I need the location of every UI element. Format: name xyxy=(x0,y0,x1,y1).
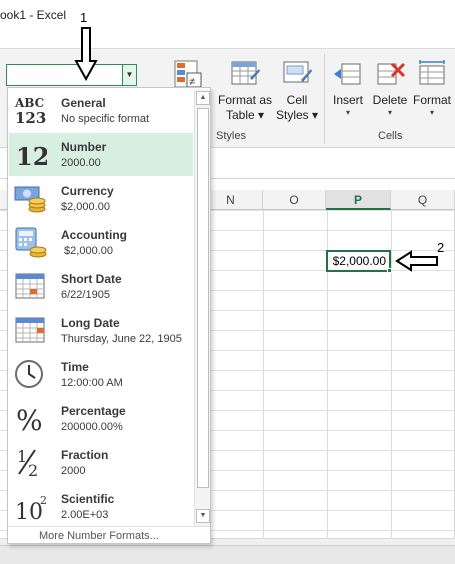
format-as-table-label-2: Table xyxy=(225,108,255,122)
option-name: Long Date xyxy=(61,316,120,330)
column-header-q[interactable]: Q xyxy=(391,190,455,210)
format-as-table-label-1: Format as xyxy=(217,93,272,107)
long-date-calendar-icon xyxy=(15,317,45,343)
short-date-calendar-icon xyxy=(15,273,45,299)
number-format-option-general[interactable]: ABC 123 General No specific format xyxy=(9,89,193,132)
currency-coins-icon xyxy=(14,186,46,213)
scientific-10-squared-icon: 10 2 xyxy=(15,494,47,522)
number-format-option-scientific[interactable]: 10 2 Scientific 2.00E+03 xyxy=(9,485,193,528)
insert-button[interactable]: Insert ▾ xyxy=(328,58,368,118)
cells-group-label: Cells xyxy=(378,130,403,142)
svg-text:ABC: ABC xyxy=(14,96,44,110)
insert-label: Insert xyxy=(332,93,363,107)
scroll-down-arrow-icon[interactable]: ▼ xyxy=(196,509,210,523)
number-format-option-fraction[interactable]: 1 2 Fraction 2000 xyxy=(9,441,193,484)
annotation-number-1: 1 xyxy=(80,10,88,25)
ribbon-separator xyxy=(324,54,325,144)
title-bar: ook1 - Excel xyxy=(0,0,455,30)
svg-text:12: 12 xyxy=(16,142,47,170)
option-name: Time xyxy=(61,360,89,374)
svg-text:123: 123 xyxy=(15,109,46,126)
svg-text:2: 2 xyxy=(40,494,47,507)
number-format-dropdown: ABC 123 General No specific format 12 Nu… xyxy=(7,87,211,544)
svg-text:10: 10 xyxy=(15,500,43,522)
option-name: Scientific xyxy=(61,492,115,506)
dropdown-scrollbar[interactable]: ▲ ▼ xyxy=(194,89,210,526)
number-format-option-number[interactable]: 12 Number 2000.00 xyxy=(9,133,193,176)
number-format-option-currency[interactable]: Currency $2,000.00 xyxy=(9,177,193,220)
format-label: Format xyxy=(412,93,451,107)
format-button[interactable]: Format ▾ xyxy=(412,58,452,118)
window-title: ook1 - Excel xyxy=(0,8,67,22)
svg-text:%: % xyxy=(16,404,43,434)
number-format-option-percentage[interactable]: % Percentage 200000.00% xyxy=(9,397,193,440)
number-format-option-long-date[interactable]: Long Date Thursday, June 22, 1905 xyxy=(9,309,193,352)
option-name: Number xyxy=(61,140,107,154)
format-as-table-button[interactable]: Format as Table ▾ xyxy=(214,58,276,123)
annotation-number-2: 2 xyxy=(437,240,445,255)
fraction-half-icon: 1 2 xyxy=(17,447,38,478)
cell-styles-label-1: Cell xyxy=(286,93,308,107)
number-format-option-accounting[interactable]: Accounting $2,000.00 xyxy=(9,221,193,264)
option-sample: 2000 xyxy=(61,465,86,477)
option-sample: No specific format xyxy=(61,113,150,125)
styles-group-label: Styles xyxy=(216,130,246,142)
option-sample: 2000.00 xyxy=(61,157,101,169)
format-cells-icon xyxy=(419,60,445,85)
scroll-up-arrow-icon[interactable]: ▲ xyxy=(196,91,210,105)
number-format-box[interactable] xyxy=(6,64,136,86)
annotation-arrow-left-icon xyxy=(395,250,438,272)
number-12-icon: 12 xyxy=(16,142,47,170)
delete-button[interactable]: Delete ▾ xyxy=(370,58,410,118)
clock-icon xyxy=(15,360,43,388)
option-sample: 200000.00% xyxy=(61,421,123,433)
annotation-arrow-down-icon xyxy=(74,27,98,81)
active-cell-p[interactable]: $2,000.00 xyxy=(326,250,391,272)
option-sample: 6/22/1905 xyxy=(61,289,110,301)
option-sample: $2,000.00 xyxy=(61,245,113,257)
option-sample: Thursday, June 22, 1905 xyxy=(61,333,182,345)
fill-handle[interactable] xyxy=(387,268,392,273)
svg-text:2: 2 xyxy=(28,461,38,478)
option-sample: 12:00:00 AM xyxy=(61,377,123,389)
cell-styles-icon xyxy=(283,61,312,83)
more-number-formats-link[interactable]: More Number Formats... xyxy=(8,526,210,543)
number-format-dropdown-button[interactable]: ▼ xyxy=(122,64,137,86)
conditional-formatting-icon: ≠ xyxy=(174,60,202,88)
format-as-table-icon xyxy=(231,61,260,85)
option-name: Currency xyxy=(61,184,114,198)
insert-cells-icon xyxy=(334,63,361,85)
option-sample: 2.00E+03 xyxy=(61,509,109,521)
number-format-option-short-date[interactable]: Short Date 6/22/1905 xyxy=(9,265,193,308)
delete-label: Delete xyxy=(372,93,408,107)
option-name: Short Date xyxy=(61,272,122,286)
option-name: Accounting xyxy=(61,228,127,242)
column-header-p[interactable]: P xyxy=(326,190,391,210)
option-name: General xyxy=(61,96,106,110)
status-bar xyxy=(0,545,455,564)
option-sample: $2,000.00 xyxy=(61,201,110,213)
column-header-o[interactable]: O xyxy=(263,190,326,210)
general-abc123-icon: ABC 123 xyxy=(14,96,46,126)
scroll-thumb[interactable] xyxy=(197,108,209,488)
option-name: Fraction xyxy=(61,448,109,462)
number-format-option-time[interactable]: Time 12:00:00 AM xyxy=(9,353,193,396)
option-name: Percentage xyxy=(61,404,126,418)
delete-cells-icon xyxy=(377,62,406,85)
cell-styles-button[interactable]: Cell Styles ▾ xyxy=(276,58,318,123)
cell-styles-label-2: Styles xyxy=(276,108,309,122)
percent-icon: % xyxy=(16,404,43,434)
accounting-calculator-icon xyxy=(15,227,47,258)
